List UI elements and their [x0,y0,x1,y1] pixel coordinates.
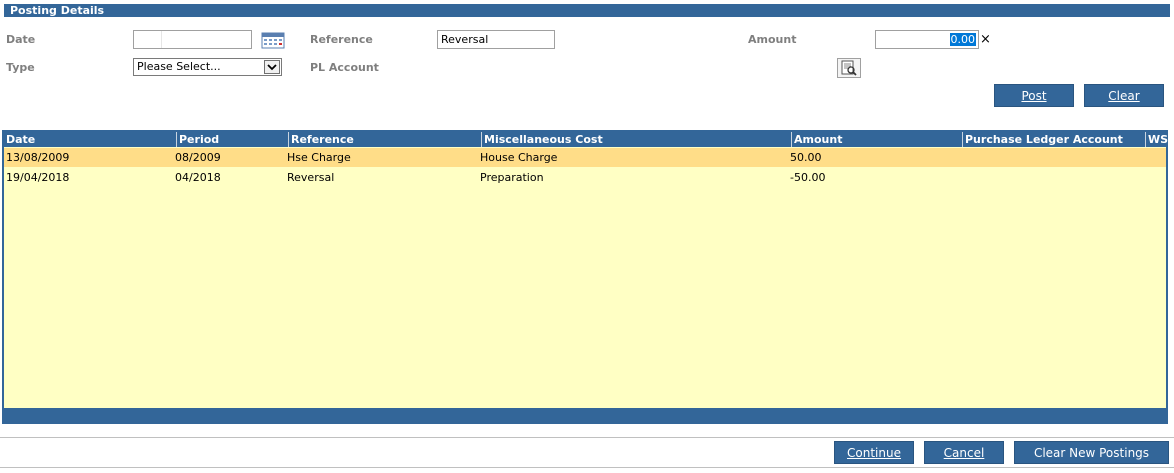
pl-account-label: PL Account [310,61,379,74]
clear-new-postings-button-label: Clear New Postings [1033,445,1150,460]
cancel-button[interactable]: Cancel [924,441,1004,464]
column-header-reference[interactable]: Reference [288,132,481,147]
column-header-pl-account[interactable]: Purchase Ledger Account [962,132,1145,147]
clear-button[interactable]: Clear [1084,84,1164,107]
column-header-ws[interactable]: WS [1145,132,1168,147]
cell-period: 08/2009 [175,151,221,164]
cell-amount: 50.00 [790,151,822,164]
type-select-value: Please Select... [137,60,221,73]
cell-misc-cost: House Charge [480,151,558,164]
table-row[interactable]: 19/04/2018 04/2018 Reversal Preparation … [4,168,1166,187]
cell-period: 04/2018 [175,171,221,184]
cell-amount: -50.00 [790,171,826,184]
cell-misc-cost: Preparation [480,171,544,184]
column-header-amount[interactable]: Amount [791,132,962,147]
cell-reference: Reversal [287,171,335,184]
lookup-icon[interactable] [837,58,861,78]
clear-button-label: Clear [1108,88,1140,103]
cell-reference: Hse Charge [287,151,351,164]
type-select[interactable]: Please Select... [133,58,282,76]
divider [0,467,1174,468]
amount-clear-icon[interactable]: × [980,33,991,46]
cell-date: 19/04/2018 [6,171,70,184]
date-input[interactable] [133,30,252,49]
amount-value: 0.00 [949,33,976,46]
continue-button[interactable]: Continue [834,441,914,464]
cancel-button-label: Cancel [943,445,985,460]
divider [0,437,1174,438]
column-header-misc-cost[interactable]: Miscellaneous Cost [481,132,791,147]
reference-label: Reference [310,33,373,46]
table-row[interactable]: 13/08/2009 08/2009 Hse Charge House Char… [4,148,1166,167]
clear-new-postings-button[interactable]: Clear New Postings [1014,441,1169,464]
continue-button-label: Continue [847,445,901,460]
cell-date: 13/08/2009 [6,151,70,164]
section-header: Posting Details [4,4,1170,17]
grid-header: Date Period Reference Miscellaneous Cost… [4,132,1168,147]
amount-label: Amount [748,33,797,46]
grid-footer-bar [4,408,1166,422]
chevron-down-icon[interactable] [264,60,280,74]
column-header-period[interactable]: Period [176,132,288,147]
calendar-icon[interactable] [261,31,285,49]
type-label: Type [6,61,35,74]
reference-input[interactable] [437,30,555,49]
post-button-label: Post [1021,88,1047,103]
date-input-day-segment[interactable] [134,31,162,48]
postings-grid[interactable]: Date Period Reference Miscellaneous Cost… [2,130,1168,424]
post-button[interactable]: Post [994,84,1074,107]
amount-input[interactable]: 0.00 [875,30,979,49]
column-header-date[interactable]: Date [4,132,176,147]
date-input-rest-segment[interactable] [162,31,251,48]
date-label: Date [6,33,36,46]
